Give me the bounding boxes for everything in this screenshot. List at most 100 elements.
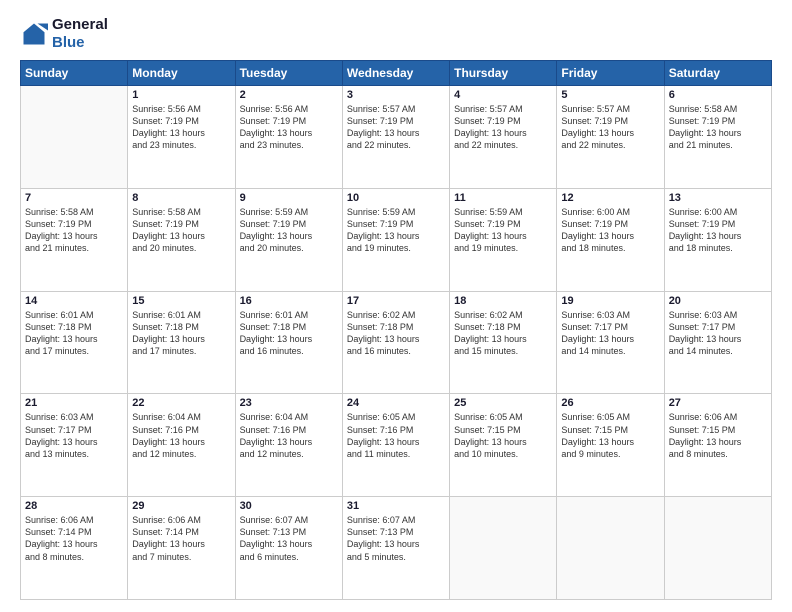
day-number: 27: [669, 397, 767, 409]
header: General Blue: [20, 16, 772, 52]
day-number: 9: [240, 192, 338, 204]
calendar-cell: 2 Sunrise: 5:56 AM Sunset: 7:19 PM Daylig…: [235, 86, 342, 189]
day-number: 6: [669, 89, 767, 101]
day-info: Sunrise: 5:59 AM Sunset: 7:19 PM Dayligh…: [454, 206, 552, 255]
calendar-cell: 7 Sunrise: 5:58 AM Sunset: 7:19 PM Daylig…: [21, 188, 128, 291]
day-number: 21: [25, 397, 123, 409]
day-number: 19: [561, 295, 659, 307]
calendar-cell: 23Sunrise: 6:04 AM Sunset: 7:16 PM Dayli…: [235, 394, 342, 497]
calendar-cell: 27 Sunrise: 6:06 AM Sunset: 7:15 PM Dayli…: [664, 394, 771, 497]
calendar-cell: 5Sunrise: 5:57 AM Sunset: 7:19 PM Daylig…: [557, 86, 664, 189]
calendar-cell: 3 Sunrise: 5:57 AM Sunset: 7:19 PM Daylig…: [342, 86, 449, 189]
day-number: 28: [25, 500, 123, 512]
day-number: 15: [132, 295, 230, 307]
calendar-cell: 14 Sunrise: 6:01 AM Sunset: 7:18 PM Dayli…: [21, 291, 128, 394]
calendar-cell: 18 Sunrise: 6:02 AM Sunset: 7:18 PM Dayli…: [450, 291, 557, 394]
day-number: 20: [669, 295, 767, 307]
calendar-cell: 25 Sunrise: 6:05 AM Sunset: 7:15 PM Dayli…: [450, 394, 557, 497]
day-info: Sunrise: 6:02 AM Sunset: 7:18 PM Dayligh…: [347, 309, 445, 358]
calendar-cell: 4 Sunrise: 5:57 AM Sunset: 7:19 PM Daylig…: [450, 86, 557, 189]
day-number: 1: [132, 89, 230, 101]
calendar-cell: 30 Sunrise: 6:07 AM Sunset: 7:13 PM Dayli…: [235, 497, 342, 600]
logo-text: General Blue: [52, 16, 108, 52]
calendar-cell: [21, 86, 128, 189]
calendar: SundayMondayTuesdayWednesdayThursdayFrid…: [20, 60, 772, 600]
calendar-cell: 21 Sunrise: 6:03 AM Sunset: 7:17 PM Dayli…: [21, 394, 128, 497]
calendar-cell: [664, 497, 771, 600]
day-info: Sunrise: 6:00 AM Sunset: 7:19 PM Dayligh…: [561, 206, 659, 255]
day-info: Sunrise: 6:06 AM Sunset: 7:14 PM Dayligh…: [132, 514, 230, 563]
calendar-cell: 13Sunrise: 6:00 AM Sunset: 7:19 PM Dayli…: [664, 188, 771, 291]
day-info: Sunrise: 6:07 AM Sunset: 7:13 PM Dayligh…: [240, 514, 338, 563]
day-info: Sunrise: 6:05 AM Sunset: 7:15 PM Dayligh…: [454, 411, 552, 460]
calendar-week-row: 7 Sunrise: 5:58 AM Sunset: 7:19 PM Daylig…: [21, 188, 772, 291]
day-number: 2: [240, 89, 338, 101]
calendar-cell: 9 Sunrise: 5:59 AM Sunset: 7:19 PM Daylig…: [235, 188, 342, 291]
calendar-cell: 1Sunrise: 5:56 AM Sunset: 7:19 PM Daylig…: [128, 86, 235, 189]
day-info: Sunrise: 6:05 AM Sunset: 7:15 PM Dayligh…: [561, 411, 659, 460]
calendar-cell: 11 Sunrise: 5:59 AM Sunset: 7:19 PM Dayli…: [450, 188, 557, 291]
day-info: Sunrise: 5:57 AM Sunset: 7:19 PM Dayligh…: [347, 103, 445, 152]
day-number: 4: [454, 89, 552, 101]
calendar-cell: 20 Sunrise: 6:03 AM Sunset: 7:17 PM Dayli…: [664, 291, 771, 394]
calendar-cell: 22 Sunrise: 6:04 AM Sunset: 7:16 PM Dayli…: [128, 394, 235, 497]
day-number: 11: [454, 192, 552, 204]
day-info: Sunrise: 5:58 AM Sunset: 7:19 PM Dayligh…: [669, 103, 767, 152]
day-number: 17: [347, 295, 445, 307]
day-number: 18: [454, 295, 552, 307]
page: General Blue SundayMondayTuesdayWednesda…: [0, 0, 792, 612]
calendar-week-row: 21 Sunrise: 6:03 AM Sunset: 7:17 PM Dayli…: [21, 394, 772, 497]
day-info: Sunrise: 6:03 AM Sunset: 7:17 PM Dayligh…: [25, 411, 123, 460]
day-info: Sunrise: 5:56 AM Sunset: 7:19 PM Dayligh…: [240, 103, 338, 152]
day-info: Sunrise: 6:00 AM Sunset: 7:19 PM Dayligh…: [669, 206, 767, 255]
day-info: Sunrise: 6:04 AM Sunset: 7:16 PM Dayligh…: [132, 411, 230, 460]
calendar-cell: 10 Sunrise: 5:59 AM Sunset: 7:19 PM Dayli…: [342, 188, 449, 291]
calendar-header-row: SundayMondayTuesdayWednesdayThursdayFrid…: [21, 61, 772, 86]
day-info: Sunrise: 6:03 AM Sunset: 7:17 PM Dayligh…: [669, 309, 767, 358]
calendar-cell: [557, 497, 664, 600]
day-number: 25: [454, 397, 552, 409]
day-info: Sunrise: 5:58 AM Sunset: 7:19 PM Dayligh…: [132, 206, 230, 255]
calendar-cell: 16Sunrise: 6:01 AM Sunset: 7:18 PM Dayli…: [235, 291, 342, 394]
day-number: 10: [347, 192, 445, 204]
day-info: Sunrise: 6:07 AM Sunset: 7:13 PM Dayligh…: [347, 514, 445, 563]
day-info: Sunrise: 6:01 AM Sunset: 7:18 PM Dayligh…: [25, 309, 123, 358]
day-number: 5: [561, 89, 659, 101]
logo-icon: [20, 20, 48, 48]
calendar-cell: 8Sunrise: 5:58 AM Sunset: 7:19 PM Daylig…: [128, 188, 235, 291]
calendar-header-sunday: Sunday: [21, 61, 128, 86]
day-number: 14: [25, 295, 123, 307]
day-number: 31: [347, 500, 445, 512]
day-number: 12: [561, 192, 659, 204]
day-info: Sunrise: 6:05 AM Sunset: 7:16 PM Dayligh…: [347, 411, 445, 460]
day-info: Sunrise: 6:01 AM Sunset: 7:18 PM Dayligh…: [132, 309, 230, 358]
calendar-header-saturday: Saturday: [664, 61, 771, 86]
day-info: Sunrise: 6:06 AM Sunset: 7:14 PM Dayligh…: [25, 514, 123, 563]
calendar-cell: 24 Sunrise: 6:05 AM Sunset: 7:16 PM Dayli…: [342, 394, 449, 497]
day-info: Sunrise: 6:04 AM Sunset: 7:16 PM Dayligh…: [240, 411, 338, 460]
day-number: 3: [347, 89, 445, 101]
day-number: 24: [347, 397, 445, 409]
calendar-cell: 19Sunrise: 6:03 AM Sunset: 7:17 PM Dayli…: [557, 291, 664, 394]
day-info: Sunrise: 5:59 AM Sunset: 7:19 PM Dayligh…: [347, 206, 445, 255]
calendar-cell: 17 Sunrise: 6:02 AM Sunset: 7:18 PM Dayli…: [342, 291, 449, 394]
calendar-cell: 29 Sunrise: 6:06 AM Sunset: 7:14 PM Dayli…: [128, 497, 235, 600]
logo: General Blue: [20, 16, 108, 52]
calendar-cell: 26 Sunrise: 6:05 AM Sunset: 7:15 PM Dayli…: [557, 394, 664, 497]
day-number: 22: [132, 397, 230, 409]
calendar-header-tuesday: Tuesday: [235, 61, 342, 86]
day-number: 7: [25, 192, 123, 204]
calendar-cell: 6 Sunrise: 5:58 AM Sunset: 7:19 PM Daylig…: [664, 86, 771, 189]
day-info: Sunrise: 6:02 AM Sunset: 7:18 PM Dayligh…: [454, 309, 552, 358]
day-info: Sunrise: 5:58 AM Sunset: 7:19 PM Dayligh…: [25, 206, 123, 255]
day-number: 26: [561, 397, 659, 409]
day-info: Sunrise: 5:57 AM Sunset: 7:19 PM Dayligh…: [454, 103, 552, 152]
day-number: 30: [240, 500, 338, 512]
day-info: Sunrise: 5:59 AM Sunset: 7:19 PM Dayligh…: [240, 206, 338, 255]
day-number: 29: [132, 500, 230, 512]
calendar-week-row: 28 Sunrise: 6:06 AM Sunset: 7:14 PM Dayli…: [21, 497, 772, 600]
calendar-header-monday: Monday: [128, 61, 235, 86]
day-info: Sunrise: 6:06 AM Sunset: 7:15 PM Dayligh…: [669, 411, 767, 460]
calendar-week-row: 14 Sunrise: 6:01 AM Sunset: 7:18 PM Dayli…: [21, 291, 772, 394]
calendar-cell: [450, 497, 557, 600]
